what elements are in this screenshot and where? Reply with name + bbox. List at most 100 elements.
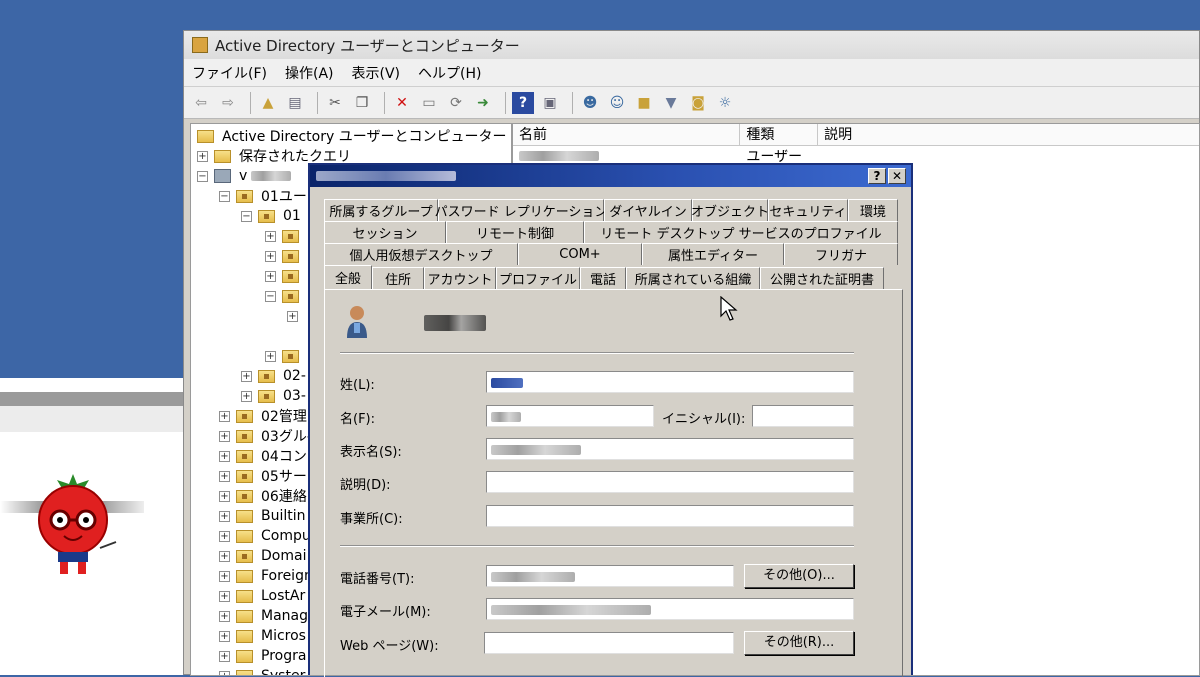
tab-general[interactable]: 全般 xyxy=(324,265,372,289)
tree-managed[interactable]: + Manag xyxy=(219,606,308,626)
tab-dial-in[interactable]: ダイヤルイン xyxy=(604,199,692,221)
tree-ou-02[interactable]: + 02管理 xyxy=(219,406,307,426)
office-field[interactable] xyxy=(486,505,854,527)
expand-icon[interactable]: + xyxy=(219,470,230,482)
new-user-icon[interactable]: ☻ xyxy=(579,92,601,114)
expand-icon[interactable]: + xyxy=(219,550,230,562)
expand-icon[interactable]: + xyxy=(219,650,230,662)
web-other-button[interactable]: その他(R)... xyxy=(744,631,854,655)
tab-environment[interactable]: 環境 xyxy=(848,199,898,221)
console-icon[interactable]: ▣ xyxy=(539,92,561,114)
column-name[interactable]: 名前 xyxy=(513,124,741,145)
tree-microsoft[interactable]: + Micros xyxy=(219,626,306,646)
collapse-icon[interactable]: − xyxy=(219,190,230,202)
expand-icon[interactable]: + xyxy=(219,610,230,622)
tree-root[interactable]: Active Directory ユーザーとコンピューター [adtok xyxy=(197,126,511,146)
last-name-field[interactable] xyxy=(486,371,854,393)
expand-icon[interactable]: + xyxy=(265,350,276,362)
export-list-icon[interactable]: ➜ xyxy=(472,92,494,114)
tab-telephones[interactable]: 電話 xyxy=(580,267,626,289)
tree-ou-child[interactable]: + xyxy=(265,246,307,266)
tab-attribute-editor[interactable]: 属性エディター xyxy=(642,243,784,265)
up-folder-icon[interactable]: ▲ xyxy=(257,92,279,114)
help-icon[interactable]: ? xyxy=(512,91,534,114)
new-group-icon[interactable]: ☺ xyxy=(606,92,628,114)
collapse-icon[interactable]: − xyxy=(197,170,208,182)
expand-icon[interactable]: + xyxy=(219,490,230,502)
tree-domain[interactable]: − v xyxy=(197,166,292,186)
tree-lostandfound[interactable]: + LostAr xyxy=(219,586,305,606)
expand-icon[interactable]: + xyxy=(219,670,230,675)
expand-icon[interactable]: + xyxy=(197,150,208,162)
expand-icon[interactable]: + xyxy=(287,310,298,322)
tree-ou-child[interactable]: − xyxy=(265,286,307,306)
expand-icon[interactable]: + xyxy=(219,590,230,602)
back-arrow-icon[interactable]: ⇦ xyxy=(190,92,212,114)
new-ou-icon[interactable]: ■ xyxy=(633,92,655,114)
phone-field[interactable] xyxy=(486,565,734,587)
email-field[interactable] xyxy=(486,598,854,620)
tab-password-replication[interactable]: パスワード レプリケーション xyxy=(435,199,607,221)
menu-file[interactable]: ファイル(F) xyxy=(192,63,267,83)
tab-com-plus[interactable]: COM+ xyxy=(518,243,642,265)
forward-arrow-icon[interactable]: ⇨ xyxy=(217,92,239,114)
expand-icon[interactable]: + xyxy=(241,390,252,402)
tree-ou-child[interactable]: + xyxy=(265,266,307,286)
expand-icon[interactable]: + xyxy=(219,410,230,422)
cut-icon[interactable]: ✂ xyxy=(324,92,346,114)
tree-ou-01[interactable]: − 01ユー xyxy=(219,186,307,206)
properties-icon[interactable]: ▭ xyxy=(418,92,440,114)
tree-ou-02a[interactable]: + 02- xyxy=(241,366,306,386)
find-icon[interactable]: ◙ xyxy=(687,92,709,114)
expand-icon[interactable]: + xyxy=(219,570,230,582)
tab-member-of[interactable]: 所属するグループ xyxy=(324,199,438,221)
close-button[interactable]: ✕ xyxy=(888,168,906,184)
tree-ou-01a[interactable]: − 01 xyxy=(241,206,301,226)
expand-icon[interactable]: + xyxy=(219,450,230,462)
column-type[interactable]: 種類 xyxy=(740,124,819,145)
column-description[interactable]: 説明 xyxy=(818,124,1199,145)
menu-action[interactable]: 操作(A) xyxy=(285,63,334,83)
tab-sessions[interactable]: セッション xyxy=(324,221,446,243)
tab-rds-profile[interactable]: リモート デスクトップ サービスのプロファイル xyxy=(584,221,898,243)
tree-ou-03a[interactable]: + 03- xyxy=(241,386,306,406)
tab-object[interactable]: オブジェクト xyxy=(691,199,769,221)
expand-icon[interactable]: + xyxy=(265,270,276,282)
tab-remote-control[interactable]: リモート制御 xyxy=(446,221,584,243)
tree-ou-03[interactable]: + 03グル- xyxy=(219,426,312,446)
tab-security[interactable]: セキュリティ xyxy=(768,199,848,221)
filter-icon[interactable]: ▼ xyxy=(660,92,682,114)
expand-icon[interactable]: + xyxy=(219,630,230,642)
show-console-tree-icon[interactable]: ▤ xyxy=(284,92,306,114)
tab-address[interactable]: 住所 xyxy=(372,267,424,289)
delete-icon[interactable]: ✕ xyxy=(391,92,413,114)
menu-help[interactable]: ヘルプ(H) xyxy=(418,63,481,83)
tree-builtin[interactable]: + Builtin xyxy=(219,506,306,526)
tree-ou-child[interactable]: + xyxy=(287,306,304,326)
expand-icon[interactable]: + xyxy=(265,250,276,262)
expand-icon[interactable]: + xyxy=(241,370,252,382)
tree-computers[interactable]: + Compu xyxy=(219,526,311,546)
expand-icon[interactable]: + xyxy=(265,230,276,242)
collapse-icon[interactable]: − xyxy=(241,210,252,222)
menu-view[interactable]: 表示(V) xyxy=(352,63,401,83)
expand-icon[interactable]: + xyxy=(219,430,230,442)
tab-organization[interactable]: 所属されている組織 xyxy=(626,267,760,289)
tab-account[interactable]: アカウント xyxy=(424,267,496,289)
initials-field[interactable] xyxy=(752,405,854,427)
help-button[interactable]: ? xyxy=(868,168,886,184)
tab-published-certificates[interactable]: 公開された証明書 xyxy=(760,267,884,289)
tree-ou-child[interactable]: + xyxy=(265,226,307,246)
tree-foreign[interactable]: + Foreign xyxy=(219,566,313,586)
expand-icon[interactable]: + xyxy=(219,510,230,522)
tree-ou-04[interactable]: + 04コンヒ xyxy=(219,446,321,466)
description-field[interactable] xyxy=(486,471,854,493)
phone-other-button[interactable]: その他(O)... xyxy=(744,564,854,588)
refresh-icon[interactable]: ⟳ xyxy=(445,92,467,114)
copy-icon[interactable]: ❐ xyxy=(351,92,373,114)
tab-profile[interactable]: プロファイル xyxy=(496,267,580,289)
web-page-field[interactable] xyxy=(484,632,734,654)
tree-ou-06[interactable]: + 06連絡 xyxy=(219,486,307,506)
add-to-group-icon[interactable]: ☼ xyxy=(714,92,736,114)
tab-personal-virtual-desktop[interactable]: 個人用仮想デスクトップ xyxy=(324,243,518,265)
